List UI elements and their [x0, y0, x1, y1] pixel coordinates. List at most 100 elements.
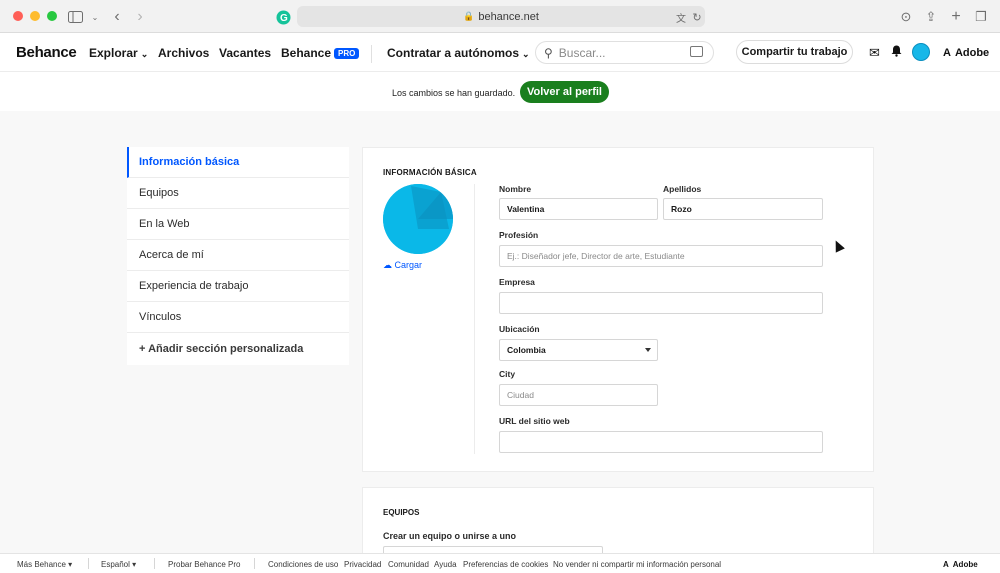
close-window-button[interactable] [13, 11, 23, 21]
user-avatar[interactable] [912, 43, 930, 61]
sidebar-item-experience[interactable]: Experiencia de trabajo [127, 271, 349, 302]
footer-terms[interactable]: Condiciones de uso [268, 560, 338, 569]
svg-text:G: G [280, 13, 288, 24]
location-value: Colombia [507, 345, 546, 355]
nav-divider [371, 45, 372, 63]
adobe-link[interactable]: A Adobe [943, 47, 989, 59]
footer-adobe-logo[interactable]: A Adobe [943, 560, 978, 569]
adobe-logo-icon: A [943, 560, 949, 569]
footer-pro-trial[interactable]: Probar Behance Pro [168, 560, 241, 569]
reload-icon[interactable]: ↻ [688, 8, 706, 26]
bell-icon[interactable] [891, 45, 902, 60]
nav-explore[interactable]: Explorar ⌄ [89, 46, 148, 60]
url-text: behance.net [478, 10, 539, 23]
nav-hire-freelancers[interactable]: Contratar a autónomos ⌄ [387, 46, 530, 60]
dropdown-caret-icon [645, 348, 651, 352]
sidebar-item-links[interactable]: Vínculos [127, 302, 349, 333]
location-select[interactable]: Colombia [499, 339, 658, 361]
website-label: URL del sitio web [499, 416, 570, 426]
first-name-field[interactable]: Valentina [499, 198, 658, 220]
back-arrow-icon[interactable]: ‹ [108, 8, 126, 26]
image-search-icon[interactable] [690, 46, 703, 57]
zoom-window-button[interactable] [47, 11, 57, 21]
company-field[interactable] [499, 292, 823, 314]
profile-picture-art [383, 184, 453, 254]
grammarly-extension-icon[interactable]: G [274, 8, 292, 26]
pro-badge: PRO [334, 48, 360, 59]
first-name-label: Nombre [499, 184, 532, 194]
chevron-down-icon: ⌄ [522, 49, 530, 59]
column-divider [474, 184, 475, 454]
tab-overview-icon[interactable]: ❐ [972, 8, 990, 26]
upload-label: Cargar [394, 260, 423, 270]
company-label: Empresa [499, 277, 535, 287]
settings-page: Información básica Equipos En la Web Ace… [0, 111, 1000, 553]
nav-hire-label: Contratar a autónomos [387, 46, 520, 60]
nav-files[interactable]: Archivos [158, 46, 209, 60]
basic-info-card: INFORMACIÓN BÁSICA ☁ Cargar Nombre Valen… [362, 147, 874, 472]
window-controls [13, 11, 57, 21]
browser-toolbar: ⌄ ‹ › G 🔒 behance.net 文 ↻ ⊙ ⇪ + ❐ [0, 0, 1000, 33]
footer-language[interactable]: Español ▾ [101, 560, 136, 569]
settings-sidebar: Información básica Equipos En la Web Ace… [127, 147, 349, 365]
search-placeholder: Buscar... [558, 45, 606, 60]
create-team-label: Crear un equipo o unirse a uno [383, 531, 517, 541]
sidebar-item-web[interactable]: En la Web [127, 209, 349, 240]
footer-community[interactable]: Comunidad [388, 560, 429, 569]
nav-behance-pro[interactable]: Behance PRO [281, 46, 360, 60]
sidebar-item-teams[interactable]: Equipos [127, 178, 349, 209]
forward-arrow-icon[interactable]: › [131, 8, 149, 26]
footer-divider [88, 558, 89, 569]
adobe-logo-icon: A [943, 47, 951, 59]
teams-title: EQUIPOS [383, 508, 420, 517]
sidebar-item-basic-info[interactable]: Información básica [127, 147, 349, 178]
chevron-down-icon: ⌄ [140, 49, 149, 59]
search-input[interactable]: ⚲ Buscar... [535, 41, 714, 64]
search-icon: ⚲ [544, 45, 553, 60]
save-notice-text: Los cambios se han guardado. [392, 88, 516, 98]
footer-divider [154, 558, 155, 569]
site-footer: Más Behance ▾ Español ▾ Probar Behance P… [0, 553, 1000, 573]
footer-cookies[interactable]: Preferencias de cookies [463, 560, 548, 569]
city-field[interactable]: Ciudad [499, 384, 658, 406]
nav-jobs[interactable]: Vacantes [219, 46, 271, 60]
address-bar[interactable]: 🔒 behance.net [297, 6, 705, 27]
last-name-field[interactable]: Rozo [663, 198, 823, 220]
behance-logo[interactable]: Behance [16, 44, 77, 61]
footer-help[interactable]: Ayuda [434, 560, 457, 569]
mail-icon[interactable]: ✉ [869, 45, 880, 61]
footer-language-label: Español [101, 560, 130, 569]
share-icon[interactable]: ⇪ [922, 8, 940, 26]
profile-picture[interactable] [383, 184, 453, 254]
section-title: INFORMACIÓN BÁSICA [383, 168, 477, 177]
footer-more-label: Más Behance [17, 560, 66, 569]
lock-icon: 🔒 [463, 11, 475, 21]
last-name-label: Apellidos [663, 184, 702, 194]
footer-more-behance[interactable]: Más Behance ▾ [17, 560, 72, 569]
chevron-down-icon[interactable]: ⌄ [86, 8, 104, 26]
nav-explore-label: Explorar [89, 46, 138, 60]
profession-field[interactable]: Ej.: Diseñador jefe, Director de arte, E… [499, 245, 823, 267]
save-notice-bar: Los cambios se han guardado. [0, 73, 1000, 111]
add-custom-section-button[interactable]: + Añadir sección personalizada [127, 333, 349, 364]
city-label: City [499, 369, 516, 379]
website-field[interactable] [499, 431, 823, 453]
teams-card: EQUIPOS Crear un equipo o unirse a uno [362, 487, 874, 553]
new-tab-icon[interactable]: + [947, 8, 965, 26]
sidebar-item-about[interactable]: Acerca de mí [127, 240, 349, 271]
back-to-profile-button[interactable]: Volver al perfil [520, 81, 609, 103]
footer-adobe-label: Adobe [952, 560, 978, 569]
downloads-icon[interactable]: ⊙ [897, 8, 915, 26]
nav-behance-label: Behance [281, 46, 332, 60]
footer-privacy[interactable]: Privacidad [344, 560, 381, 569]
share-work-button[interactable]: Compartir tu trabajo [736, 40, 853, 64]
footer-do-not-sell[interactable]: No vender ni compartir mi información pe… [553, 560, 721, 569]
upload-photo-link[interactable]: ☁ Cargar [383, 260, 422, 271]
minimize-window-button[interactable] [30, 11, 40, 21]
site-header: Behance Explorar ⌄ Archivos Vacantes Beha… [0, 34, 1000, 72]
footer-divider [254, 558, 255, 569]
team-search-field[interactable] [383, 546, 603, 553]
adobe-label: Adobe [954, 47, 990, 59]
location-label: Ubicación [499, 324, 540, 334]
sidebar-toggle-icon[interactable] [66, 8, 84, 26]
